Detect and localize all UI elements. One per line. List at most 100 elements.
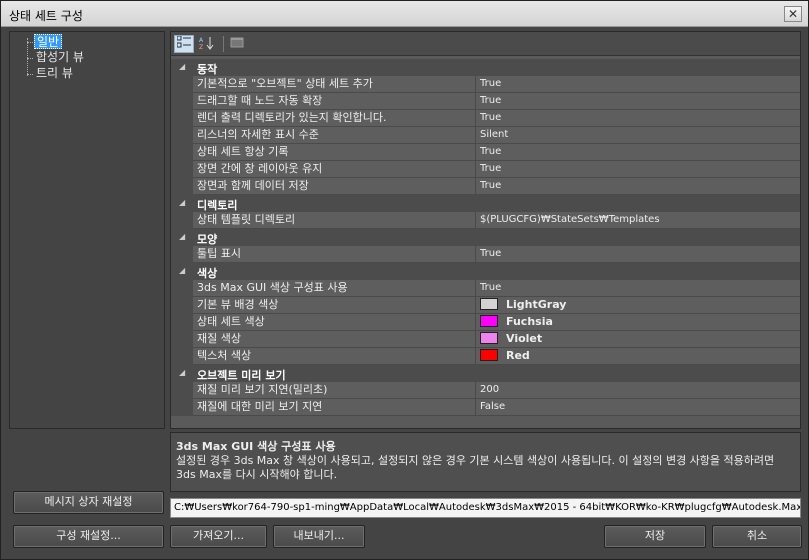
color-swatch[interactable] (480, 332, 498, 344)
category-label: 오브젝트 미리 보기 (197, 369, 286, 382)
alphabetical-button[interactable]: A Z (197, 35, 217, 53)
collapse-icon[interactable]: ◢ (179, 198, 185, 207)
property-value[interactable]: True (476, 93, 800, 110)
row-gutter (171, 161, 193, 178)
color-name: Red (506, 349, 530, 362)
tree-connector (27, 58, 33, 59)
property-row[interactable]: 기본적으로 "오브젝트" 상태 세트 추가 True (171, 76, 800, 93)
row-gutter (171, 382, 193, 399)
property-row[interactable]: 렌더 출력 디렉토리가 있는지 확인합니다. True (171, 110, 800, 127)
property-pages-icon (230, 37, 244, 48)
property-value[interactable]: True (476, 110, 800, 127)
row-gutter (171, 93, 193, 110)
property-row[interactable]: 텍스처 색상 Red (171, 348, 800, 365)
property-value[interactable]: $(PLUGCFG)₩StateSets₩Templates (476, 212, 800, 229)
toolbar-separator (223, 36, 224, 52)
property-rows: ◢ 동작 기본적으로 "오브젝트" 상태 세트 추가 True 드래그할 때 노드 … (171, 59, 800, 416)
description-body: 설정된 경우 3ds Max 창 색상이 사용되고, 설정되지 않은 경우 기본… (176, 454, 775, 481)
reset-config-button[interactable]: 구성 재설정... (13, 525, 164, 548)
close-button[interactable]: ✕ (784, 6, 802, 22)
property-value[interactable]: Red (476, 348, 800, 365)
row-gutter (171, 246, 193, 263)
config-path-field[interactable]: C:₩Users₩kor764-790-sp1-ming₩AppData₩Loc… (170, 498, 801, 518)
property-name: 상태 세트 색상 (193, 314, 476, 331)
export-button[interactable]: 내보내기... (273, 525, 365, 548)
property-name: 기본적으로 "오브젝트" 상태 세트 추가 (193, 76, 476, 93)
property-name: 렌더 출력 디렉토리가 있는지 확인합니다. (193, 110, 476, 127)
window-title: 상태 세트 구성 (9, 9, 83, 23)
property-row[interactable]: 툴팁 표시 True (171, 246, 800, 263)
tree-connector (27, 38, 28, 76)
property-pages-button[interactable] (227, 35, 247, 53)
property-row[interactable]: 재질에 대한 미리 보기 지연 False (171, 399, 800, 416)
tree-item-tree-view[interactable]: 트리 뷰 (34, 66, 75, 81)
property-value[interactable]: True (476, 161, 800, 178)
property-description: 3ds Max GUI 색상 구성표 사용 설정된 경우 3ds Max 창 색… (170, 432, 801, 492)
property-value[interactable]: 200 (476, 382, 800, 399)
property-value[interactable]: LightGray (476, 297, 800, 314)
property-value[interactable]: True (476, 76, 800, 93)
category-label: 모양 (197, 233, 218, 246)
property-row[interactable]: 상태 세트 항상 기록 True (171, 144, 800, 161)
dialog-client: 일반 합성기 뷰 트리 뷰 A Z ◢ 동작 기본적으로 "오브젝트" 상태 세… (1, 27, 808, 559)
property-row[interactable]: 상태 템플릿 디렉토리 $(PLUGCFG)₩StateSets₩Template… (171, 212, 800, 229)
save-button[interactable]: 저장 (604, 525, 706, 548)
property-name: 3ds Max GUI 색상 구성표 사용 (193, 280, 476, 297)
property-name: 상태 템플릿 디렉토리 (193, 212, 476, 229)
category-behavior[interactable]: ◢ 동작 (171, 59, 800, 76)
category-directory[interactable]: ◢ 디렉토리 (171, 195, 800, 212)
property-row[interactable]: 장면 간에 창 레이아웃 유지 True (171, 161, 800, 178)
property-row[interactable]: 기본 뷰 배경 색상 LightGray (171, 297, 800, 314)
color-swatch[interactable] (480, 315, 498, 327)
property-row[interactable]: 드래그할 때 노드 자동 확장 True (171, 93, 800, 110)
property-value[interactable]: True (476, 144, 800, 161)
property-row[interactable]: 장면과 함께 데이터 저장 True (171, 178, 800, 195)
property-row[interactable]: 재질 색상 Violet (171, 331, 800, 348)
cancel-button[interactable]: 취소 (712, 525, 802, 548)
categorized-button[interactable] (174, 35, 194, 53)
svg-text:Z: Z (199, 44, 203, 50)
property-value[interactable]: True (476, 178, 800, 195)
collapse-icon[interactable]: ◢ (179, 266, 185, 275)
reset-messagebox-button[interactable]: 메시지 상자 재설정 (13, 491, 164, 514)
category-label: 색상 (197, 267, 218, 280)
property-value[interactable]: True (476, 280, 800, 297)
property-value[interactable]: Fuchsia (476, 314, 800, 331)
property-row[interactable]: 재질 미리 보기 지연(밀리초) 200 (171, 382, 800, 399)
color-swatch[interactable] (480, 298, 498, 310)
property-name: 장면 간에 창 레이아웃 유지 (193, 161, 476, 178)
title-bar[interactable]: 상태 세트 구성 ✕ (1, 1, 808, 27)
property-name: 리스너의 자세한 표시 수준 (193, 127, 476, 144)
property-row[interactable]: 상태 세트 색상 Fuchsia (171, 314, 800, 331)
row-gutter (171, 127, 193, 144)
collapse-icon[interactable]: ◢ (179, 368, 185, 377)
collapse-icon[interactable]: ◢ (179, 62, 185, 71)
color-name: LightGray (506, 298, 567, 311)
property-value[interactable]: False (476, 399, 800, 416)
category-label: 디렉토리 (197, 199, 238, 212)
row-gutter (171, 76, 193, 93)
property-name: 기본 뷰 배경 색상 (193, 297, 476, 314)
property-value[interactable]: Silent (476, 127, 800, 144)
category-appearance[interactable]: ◢ 모양 (171, 229, 800, 246)
collapse-icon[interactable]: ◢ (179, 232, 185, 241)
category-colors[interactable]: ◢ 색상 (171, 263, 800, 280)
row-gutter (171, 144, 193, 161)
row-gutter (171, 280, 193, 297)
import-button[interactable]: 가져오기... (170, 525, 267, 548)
property-value[interactable]: True (476, 246, 800, 263)
row-gutter (171, 348, 193, 365)
category-object-preview[interactable]: ◢ 오브젝트 미리 보기 (171, 365, 800, 382)
tree-connector (27, 42, 33, 43)
property-row[interactable]: 3ds Max GUI 색상 구성표 사용 True (171, 280, 800, 297)
property-name: 재질에 대한 미리 보기 지연 (193, 399, 476, 416)
tree-item-compositor-view[interactable]: 합성기 뷰 (34, 50, 86, 65)
color-swatch[interactable] (480, 349, 498, 361)
tree-item-general[interactable]: 일반 (34, 34, 63, 49)
property-row[interactable]: 리스너의 자세한 표시 수준 Silent (171, 127, 800, 144)
grid-toolbar: A Z (171, 32, 800, 56)
settings-tree: 일반 합성기 뷰 트리 뷰 (9, 31, 165, 429)
row-gutter (171, 178, 193, 195)
property-value[interactable]: Violet (476, 331, 800, 348)
property-name: 텍스처 색상 (193, 348, 476, 365)
